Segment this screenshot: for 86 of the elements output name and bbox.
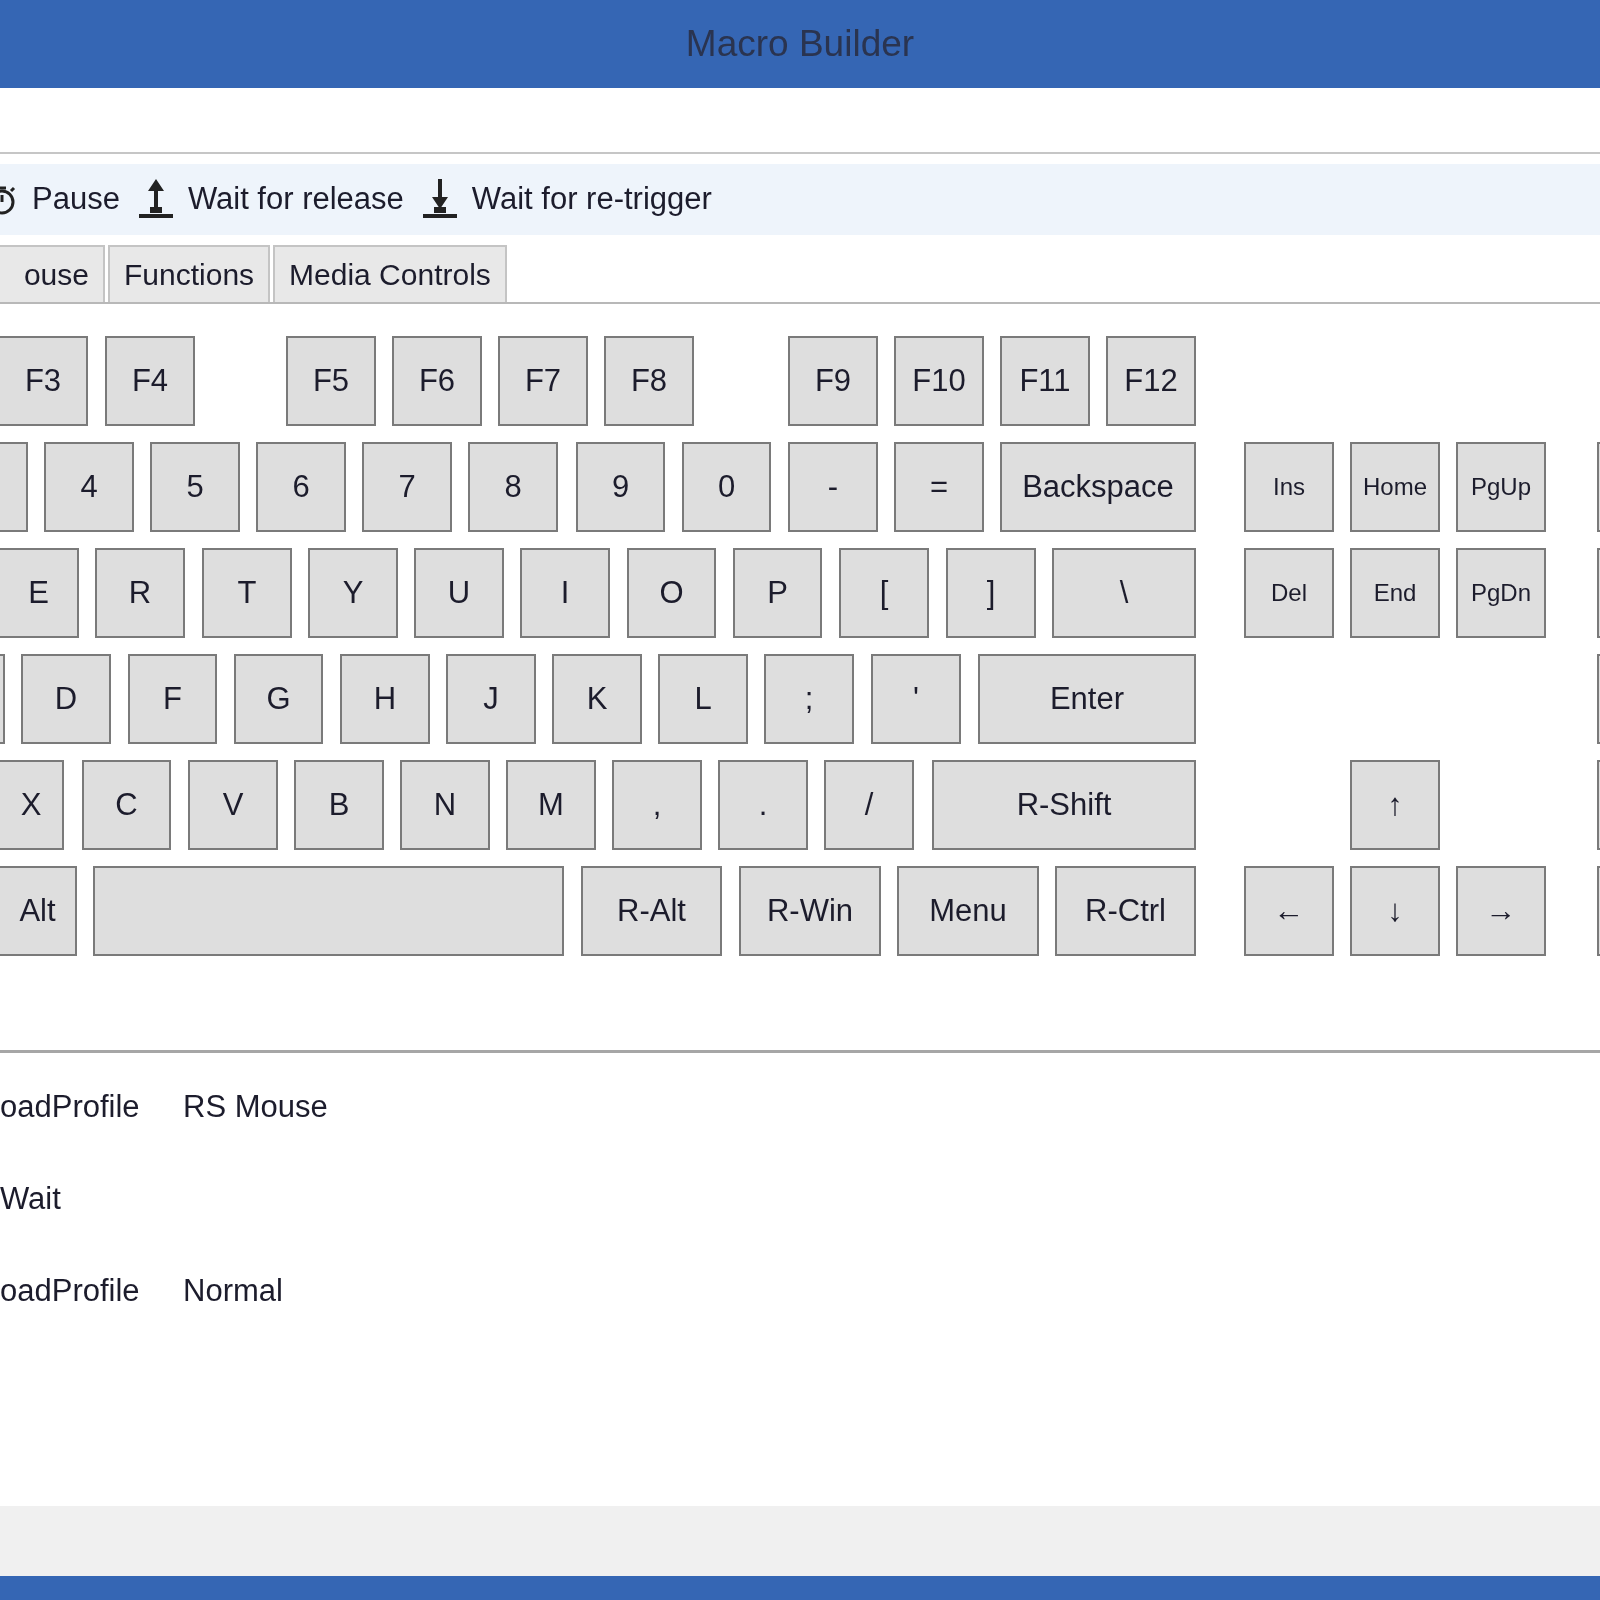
step-action: Wait: [0, 1180, 62, 1217]
keyboard-key[interactable]: [0, 442, 28, 533]
keyboard-key[interactable]: R: [95, 548, 185, 639]
keyboard-key[interactable]: 5: [150, 442, 240, 533]
keyboard-key[interactable]: 9: [576, 442, 665, 533]
step-value: Normal: [183, 1272, 283, 1309]
keyboard-key[interactable]: V: [188, 760, 278, 851]
tab[interactable]: ouse: [0, 244, 105, 303]
keyboard-key[interactable]: F7: [498, 336, 588, 427]
keyboard-key[interactable]: Ins: [1244, 442, 1334, 533]
keyboard-key[interactable]: F12: [1106, 336, 1196, 427]
keyboard-key[interactable]: [1597, 760, 1600, 851]
keyboard-key[interactable]: L: [658, 654, 748, 745]
keyboard-key[interactable]: .: [718, 760, 808, 851]
keyboard-key[interactable]: F9: [788, 336, 878, 427]
keyboard-key[interactable]: H: [340, 654, 430, 745]
keyboard-key[interactable]: [1597, 548, 1600, 639]
keyboard-key[interactable]: [: [839, 548, 929, 639]
keyboard-key[interactable]: 4: [44, 442, 134, 533]
keyboard-key[interactable]: F4: [105, 336, 195, 427]
keyboard-key[interactable]: [1597, 654, 1600, 745]
keyboard-key[interactable]: K: [552, 654, 642, 745]
keyboard-key[interactable]: PgDn: [1456, 548, 1546, 639]
keyboard-key[interactable]: N: [400, 760, 490, 851]
keyboard-key[interactable]: 6: [256, 442, 346, 533]
keyboard-key[interactable]: X: [0, 760, 64, 851]
keyboard-key[interactable]: R-Alt: [581, 866, 722, 957]
keyboard-key[interactable]: End: [1350, 548, 1440, 639]
keyboard-key[interactable]: Home: [1350, 442, 1440, 533]
tab[interactable]: Functions: [108, 244, 271, 303]
keyboard-key[interactable]: 8: [468, 442, 558, 533]
keyboard-key[interactable]: [1597, 442, 1600, 533]
keyboard-key[interactable]: \: [1052, 548, 1196, 639]
tab[interactable]: Media Controls: [273, 244, 507, 303]
keyboard-key[interactable]: O: [627, 548, 716, 639]
keyboard-key[interactable]: ': [871, 654, 961, 745]
keyboard-key[interactable]: Y: [308, 548, 398, 639]
keyboard-key[interactable]: F8: [604, 336, 694, 427]
keyboard-key[interactable]: F10: [894, 336, 984, 427]
keyboard-key[interactable]: J: [446, 654, 536, 745]
keyboard-key[interactable]: =: [894, 442, 984, 533]
keyboard-key[interactable]: Del: [1244, 548, 1334, 639]
keyboard-key[interactable]: [1597, 866, 1600, 957]
keyboard-key[interactable]: U: [414, 548, 504, 639]
toolbar-button[interactable]: Wait for re-trigger: [419, 177, 712, 222]
keyboard-key[interactable]: PgUp: [1456, 442, 1546, 533]
keyboard-key[interactable]: 7: [362, 442, 452, 533]
keyboard-key[interactable]: Menu: [897, 866, 1039, 957]
keyboard-key[interactable]: F: [128, 654, 217, 745]
step-action: oadProfile: [0, 1272, 141, 1309]
keyboard-key[interactable]: I: [520, 548, 610, 639]
keyboard-key[interactable]: /: [824, 760, 914, 851]
keyboard-key[interactable]: Enter: [978, 654, 1196, 745]
toolbar-button[interactable]: Wait for release: [135, 177, 404, 222]
keyboard-key[interactable]: 0: [682, 442, 771, 533]
keyboard-key[interactable]: E: [0, 548, 79, 639]
keyboard-key[interactable]: F11: [1000, 336, 1090, 427]
toolbar-button[interactable]: Pause: [0, 181, 120, 218]
keyboard-key[interactable]: D: [21, 654, 111, 745]
keyboard-key[interactable]: Alt: [0, 866, 77, 957]
step-action: oadProfile: [0, 1088, 141, 1125]
keyboard-key[interactable]: R-Shift: [932, 760, 1196, 851]
keyboard-key[interactable]: ↑: [1350, 760, 1440, 851]
keyboard-key[interactable]: →: [1456, 866, 1546, 957]
keyboard-key[interactable]: T: [202, 548, 292, 639]
keyboard-key[interactable]: ,: [612, 760, 702, 851]
keyboard-key[interactable]: [93, 866, 564, 957]
keyboard-key[interactable]: R-Win: [739, 866, 881, 957]
step-value: RS Mouse: [183, 1088, 328, 1125]
keyboard-key[interactable]: C: [82, 760, 171, 851]
keyboard-key[interactable]: B: [294, 760, 384, 851]
keyboard-key[interactable]: [0, 654, 5, 745]
keyboard-key[interactable]: F3: [0, 336, 88, 427]
keyboard-key[interactable]: M: [506, 760, 596, 851]
keyboard-key[interactable]: -: [788, 442, 878, 533]
keyboard-key[interactable]: Backspace: [1000, 442, 1196, 533]
keyboard-key[interactable]: ]: [946, 548, 1036, 639]
keyboard-key[interactable]: ←: [1244, 866, 1334, 957]
keyboard-key[interactable]: G: [234, 654, 323, 745]
keyboard-key[interactable]: ;: [764, 654, 854, 745]
keyboard-key[interactable]: R-Ctrl: [1055, 866, 1196, 957]
keyboard-key[interactable]: F6: [392, 336, 482, 427]
keyboard-key[interactable]: P: [733, 548, 822, 639]
keyboard-key[interactable]: F5: [286, 336, 376, 427]
keyboard-key[interactable]: ↓: [1350, 866, 1440, 957]
window-title: Macro Builder: [685, 23, 915, 66]
